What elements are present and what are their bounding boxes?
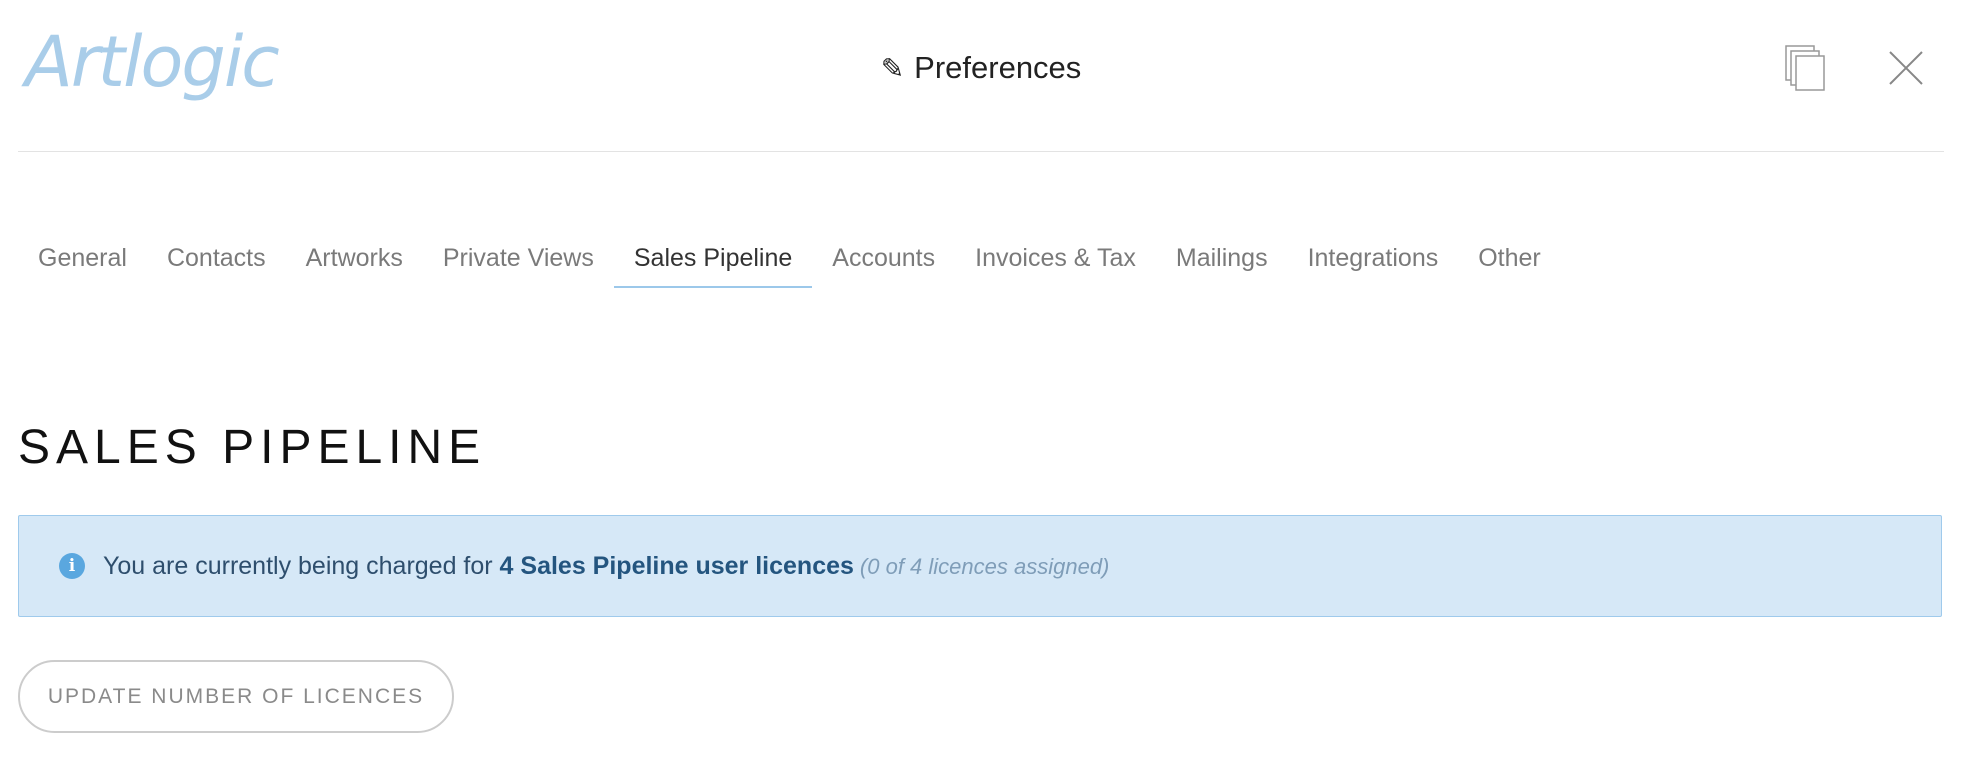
tab-mailings[interactable]: Mailings <box>1156 236 1288 288</box>
tab-sales-pipeline[interactable]: Sales Pipeline <box>613 236 813 288</box>
section-title: SALES PIPELINE <box>18 421 487 475</box>
info-icon: i <box>59 553 85 579</box>
banner-licence-count: 4 Sales Pipeline user licences <box>499 551 854 580</box>
update-licences-button[interactable]: UPDATE NUMBER OF LICENCES <box>18 660 454 733</box>
header: Artlogic ✎ Preferences <box>18 0 1944 152</box>
close-icon[interactable] <box>1886 48 1926 88</box>
tab-contacts[interactable]: Contacts <box>147 236 286 288</box>
tab-accounts[interactable]: Accounts <box>812 236 955 288</box>
pencil-icon: ✎ <box>880 53 905 84</box>
licence-info-banner: i You are currently being charged for 4 … <box>18 515 1942 617</box>
preferences-tabs: General Contacts Artworks Private Views … <box>18 236 1561 288</box>
tab-invoices-tax[interactable]: Invoices & Tax <box>955 236 1156 288</box>
tab-private-views[interactable]: Private Views <box>423 236 614 288</box>
tab-general[interactable]: General <box>18 236 147 288</box>
preferences-page: Artlogic ✎ Preferences General Contacts A… <box>0 0 1962 784</box>
banner-assigned-note: (0 of 4 licences assigned) <box>859 553 1110 579</box>
page-title-text: Preferences <box>914 50 1082 85</box>
banner-message: You are currently being charged for 4 Sa… <box>103 552 1109 581</box>
page-title: ✎ Preferences <box>18 48 1944 89</box>
tab-artworks[interactable]: Artworks <box>286 236 423 288</box>
tab-other[interactable]: Other <box>1458 236 1561 288</box>
tab-integrations[interactable]: Integrations <box>1288 236 1459 288</box>
copy-icon[interactable] <box>1784 44 1828 92</box>
banner-text-prefix: You are currently being charged for <box>103 551 500 580</box>
